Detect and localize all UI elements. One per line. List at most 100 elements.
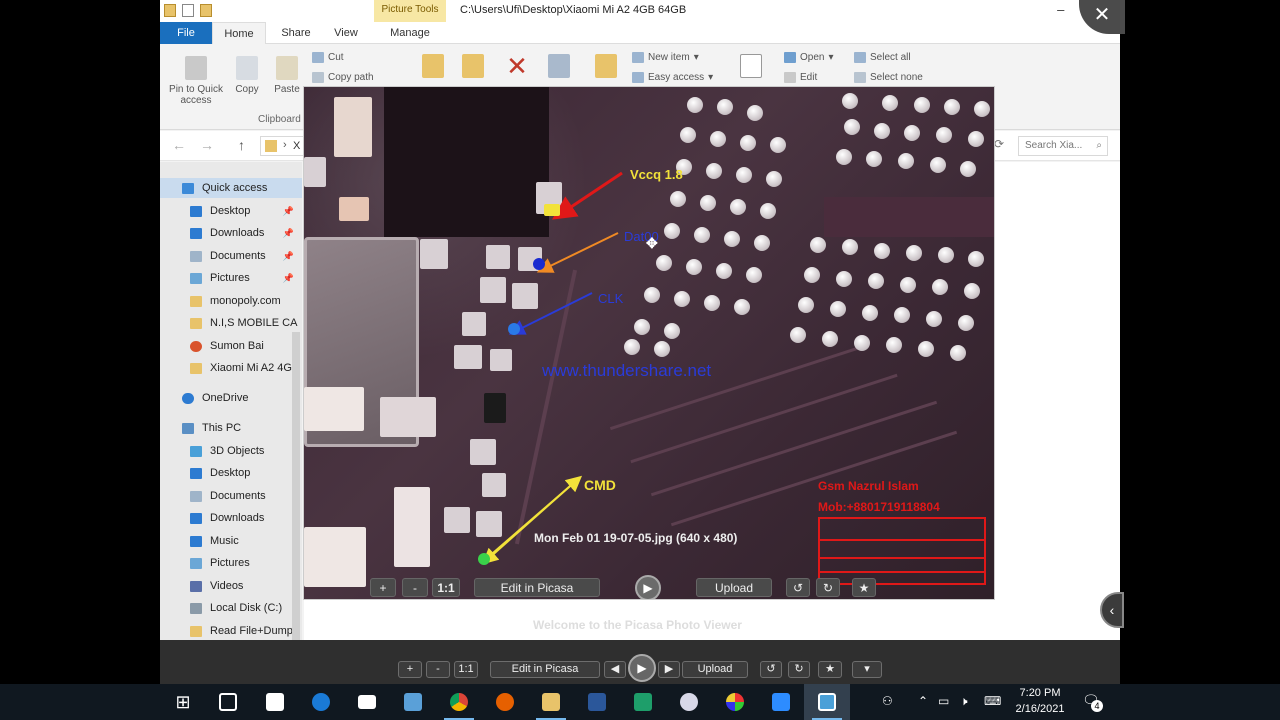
properties-icon[interactable]	[182, 4, 194, 17]
store-icon	[266, 693, 284, 711]
taskbar-clock[interactable]: 7:20 PM 2/16/2021	[1010, 685, 1070, 717]
photo-edit-in-picasa-button[interactable]: Edit in Picasa	[474, 578, 600, 597]
picture-tools-context-tab[interactable]: Picture Tools	[374, 0, 446, 22]
tab-home[interactable]: Home	[212, 22, 266, 44]
paste-button[interactable]: Paste	[272, 56, 302, 95]
title-bar: Picture Tools C:\Users\Ufi\Desktop\Xiaom…	[160, 0, 1120, 22]
copy-path-button[interactable]: Copy path	[312, 72, 374, 83]
new-folder-icon[interactable]	[200, 4, 212, 17]
forward-arrow-icon[interactable]: →	[200, 137, 214, 153]
nav-item-videos[interactable]: Videos	[160, 576, 302, 596]
open-button[interactable]: Open ▾	[784, 52, 834, 63]
photo-rotate-right-icon[interactable]: ↻	[816, 578, 840, 597]
task-view-button[interactable]	[205, 684, 251, 720]
photo-viewer-button[interactable]	[804, 684, 850, 720]
firefox-button[interactable]	[482, 684, 528, 720]
nav-item-downloads[interactable]: Downloads 📌	[160, 223, 302, 243]
nav-onedrive[interactable]: OneDrive	[160, 388, 302, 408]
nav-item-sumon-bai[interactable]: Sumon Bai	[160, 336, 302, 356]
tool-button[interactable]	[666, 684, 712, 720]
nav-this-pc[interactable]: This PC	[160, 418, 302, 438]
up-arrow-icon[interactable]: ↑	[238, 137, 245, 153]
photo-upload-button[interactable]: Upload	[696, 578, 772, 597]
move-to-button[interactable]	[418, 54, 448, 82]
chevron-up-icon[interactable]: ⌃	[918, 694, 928, 708]
upload-button[interactable]: Upload	[682, 661, 748, 678]
pin-to-quick-access-button[interactable]: Pin to Quick access	[166, 56, 226, 106]
cmd-marker	[478, 553, 490, 565]
photo-actual-size-button[interactable]: 1:1	[432, 578, 460, 597]
actual-size-button[interactable]: 1:1	[454, 661, 478, 678]
rename-button[interactable]	[544, 54, 574, 82]
properties-button[interactable]	[738, 54, 764, 82]
mail-button[interactable]	[344, 684, 390, 720]
photo-star-icon[interactable]: ★	[852, 578, 876, 597]
nav-item-documents[interactable]: Documents 📌	[160, 246, 302, 266]
nav-scrollbar[interactable]	[292, 332, 300, 640]
rotate-left-icon[interactable]: ↺	[760, 661, 782, 678]
nav-item-pc-desktop[interactable]: Desktop	[160, 463, 302, 483]
tab-manage[interactable]: Manage	[380, 22, 440, 44]
nav-item-local-disk[interactable]: Local Disk (C:)	[160, 598, 302, 618]
chrome-button[interactable]	[436, 684, 482, 720]
cut-button[interactable]: Cut	[312, 52, 344, 63]
delete-icon[interactable]: ✕	[502, 53, 532, 79]
nav-item-music[interactable]: Music	[160, 531, 302, 551]
photo-zoom-in-button[interactable]: +	[370, 578, 396, 597]
app-button[interactable]	[620, 684, 666, 720]
play-slideshow-icon[interactable]: ▶	[628, 654, 656, 682]
taskbar: ⊞ ⚇ ⌃ ▭ 🕨 ⌨ 7:20 PM 2/16/2021 🗨 4	[0, 684, 1280, 720]
photo-rotate-left-icon[interactable]: ↺	[786, 578, 810, 597]
next-arrow-icon[interactable]: ▶	[658, 661, 680, 678]
download-icon	[190, 512, 202, 524]
photo-play-icon[interactable]: ▶	[635, 575, 661, 599]
select-none-button[interactable]: Select none	[854, 72, 923, 83]
nav-quick-access[interactable]: Quick access	[160, 178, 302, 198]
tab-file[interactable]: File	[160, 22, 212, 44]
easy-access-button[interactable]: Easy access ▾	[632, 72, 713, 83]
people-icon[interactable]: ⚇	[882, 694, 893, 708]
edit-button[interactable]: Edit	[784, 72, 817, 83]
zoom-out-button[interactable]: -	[426, 661, 450, 678]
file-explorer-button[interactable]	[528, 684, 574, 720]
folder-icon[interactable]	[164, 4, 176, 17]
zoom-app-button[interactable]	[758, 684, 804, 720]
tab-share[interactable]: Share	[276, 22, 316, 44]
store-button[interactable]	[252, 684, 298, 720]
nav-item-nis-mobile[interactable]: N.I,S MOBILE CA	[160, 313, 302, 333]
refresh-icon[interactable]: ⟳	[994, 137, 1004, 151]
copy-to-button[interactable]	[458, 54, 488, 82]
nav-item-pc-pictures[interactable]: Pictures	[160, 553, 302, 573]
network-icon[interactable]: ▭	[938, 694, 949, 708]
nav-item-pictures[interactable]: Pictures 📌	[160, 268, 302, 288]
nav-item-3d-objects[interactable]: 3D Objects	[160, 441, 302, 461]
nav-item-desktop[interactable]: Desktop 📌	[160, 201, 302, 221]
keyboard-icon[interactable]: ⌨	[984, 694, 1001, 708]
nav-item-monopoly[interactable]: monopoly.com	[160, 291, 302, 311]
start-button[interactable]: ⊞	[160, 684, 206, 720]
tab-view[interactable]: View	[326, 22, 366, 44]
edge-button[interactable]	[298, 684, 344, 720]
new-folder-button[interactable]	[594, 54, 618, 82]
zoom-in-button[interactable]: +	[398, 661, 422, 678]
nav-item-pc-downloads[interactable]: Downloads	[160, 508, 302, 528]
new-item-button[interactable]: New item ▾	[632, 52, 699, 63]
edit-in-picasa-button[interactable]: Edit in Picasa	[490, 661, 600, 678]
photos-button[interactable]	[390, 684, 436, 720]
back-arrow-icon[interactable]: ←	[172, 137, 186, 153]
nav-item-pc-documents[interactable]: Documents	[160, 486, 302, 506]
rotate-right-icon[interactable]: ↻	[788, 661, 810, 678]
photo-zoom-out-button[interactable]: -	[402, 578, 428, 597]
star-icon[interactable]: ★	[818, 661, 842, 678]
minimize-icon[interactable]: –	[1057, 2, 1064, 18]
picasa-button[interactable]	[712, 684, 758, 720]
word-button[interactable]	[574, 684, 620, 720]
search-input[interactable]: Search Xia... ⌕	[1018, 136, 1108, 156]
pin-icon: 📌	[282, 227, 294, 238]
copy-button[interactable]: Copy	[232, 56, 262, 95]
previous-arrow-icon[interactable]: ◀	[604, 661, 626, 678]
select-all-button[interactable]: Select all	[854, 52, 911, 63]
nav-item-xiaomi[interactable]: Xiaomi Mi A2 4G	[160, 358, 302, 378]
more-options-icon[interactable]: ▾	[852, 661, 882, 678]
volume-icon[interactable]: 🕨	[960, 694, 968, 709]
